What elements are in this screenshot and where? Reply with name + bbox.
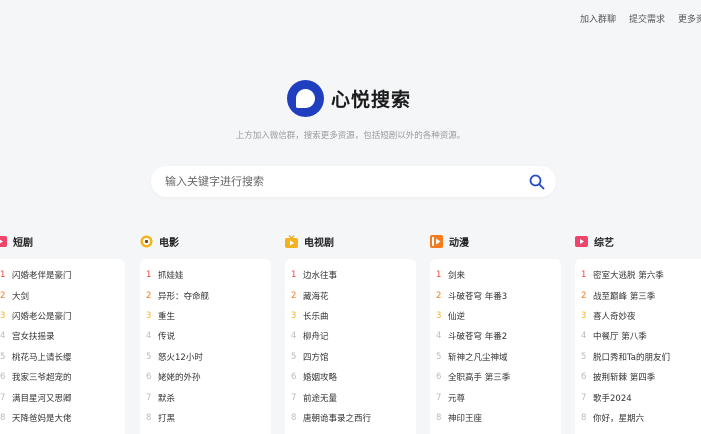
list-item[interactable]: 1 边水往事: [291, 265, 416, 285]
list-item[interactable]: 7 元尊: [436, 387, 561, 407]
list-item[interactable]: 5 脱口秀和Ta的朋友们: [581, 347, 701, 367]
list-item[interactable]: 4 宫女扶摇录: [0, 326, 125, 346]
list-item[interactable]: 4 柳舟记: [291, 326, 416, 346]
short-drama-icon: [0, 235, 7, 247]
list-item[interactable]: 6 全职高手 第三季: [436, 367, 561, 387]
list-item[interactable]: 8 唐朝诡事录之西行: [291, 408, 416, 428]
column-title: 电影: [159, 237, 179, 249]
list-item[interactable]: 1 抓娃娃: [146, 265, 271, 285]
list-item[interactable]: 6 我家三爷超宠的: [0, 367, 125, 387]
column-header: 综艺: [575, 232, 701, 250]
list-item[interactable]: 6 姥姥的外孙: [146, 367, 271, 387]
list-item[interactable]: 7 歌手2024: [581, 387, 701, 407]
ranking-list: 1 边水往事 2 藏海花 3 长乐曲 4 柳舟记 5 四方馆 6 婚姻攻略 7 前途无量 8唐…: [285, 259, 416, 434]
tv-icon: [285, 234, 298, 248]
brand-name: 心悦搜索: [331, 89, 412, 111]
list-item[interactable]: 5 四方馆: [291, 347, 416, 367]
list-item[interactable]: 8 天降爸妈是大佬: [0, 408, 125, 428]
list-item[interactable]: 7 默杀: [146, 387, 271, 407]
column-movie: 电影 1 抓娃娃 2 异形：夺命舰 3 重生 4 传说 5 怒火12小时 6 姥姥的外孙 7…: [140, 232, 271, 434]
column-header: 电视剧: [285, 232, 416, 250]
column-title: 综艺: [594, 237, 614, 249]
list-item[interactable]: 2 战至巅峰 第三季: [581, 285, 701, 305]
list-item[interactable]: 2 异形：夺命舰: [146, 285, 271, 305]
column-variety: 综艺 1 密室大逃脱 第六季 2 战至巅峰 第三季 3 喜人奇妙夜 4 中餐厅 第八季 …: [575, 232, 701, 434]
list-item[interactable]: 6 婚姻攻略: [291, 367, 416, 387]
list-item[interactable]: 4 中餐厅 第八季: [581, 326, 701, 346]
list-item[interactable]: 5 斩神之凡尘神域: [436, 347, 561, 367]
list-item[interactable]: 2 大剑: [0, 285, 125, 305]
brand: 心悦搜索: [287, 80, 411, 117]
ranking-list: 1 抓娃娃 2 异形：夺命舰 3 重生 4 传说 5 怒火12小时 6 姥姥的外孙 7 默杀 …: [140, 259, 271, 434]
ranking-list: 1 闪婚老伴是豪门 2 大剑 3 闪婚老公是豪门 4 宫女扶摇录 5 桃花马上请长缨 6我…: [0, 259, 125, 434]
list-item[interactable]: 8 你好，星期六: [581, 408, 701, 428]
more-resources-link[interactable]: 更多资: [678, 12, 701, 25]
variety-icon: [575, 235, 588, 247]
list-item[interactable]: 3 长乐曲: [291, 306, 416, 326]
top-nav: 加入群聊 提交需求 更多资: [580, 12, 701, 25]
list-item[interactable]: 3 喜人奇妙夜: [581, 306, 701, 326]
column-title: 短剧: [13, 237, 33, 249]
column-header: 动漫: [430, 232, 561, 250]
ranking-list: 1 剑来 2 斗破苍穹 年番3 3 仙逆 4 斗破苍穹 年番2 5 斩神之凡尘神域 6 全职…: [430, 259, 561, 434]
search-icon[interactable]: [529, 174, 545, 190]
list-item[interactable]: 5 怒火12小时: [146, 347, 271, 367]
search-box: [151, 166, 556, 197]
column-title: 电视剧: [304, 237, 334, 249]
list-item[interactable]: 7 满目星河又思卿: [0, 387, 125, 407]
column-title: 动漫: [449, 237, 469, 249]
column-anime: 动漫 1 剑来 2 斗破苍穹 年番3 3 仙逆 4 斗破苍穹 年番2 5 斩神之凡尘神域 …: [430, 232, 561, 434]
column-tv: 电视剧 1 边水往事 2 藏海花 3 长乐曲 4 柳舟记 5 四方馆 6 婚姻攻略 7 前途无…: [285, 232, 416, 434]
movie-icon: [140, 235, 153, 247]
list-item[interactable]: 1 闪婚老伴是豪门: [0, 265, 125, 285]
search-input[interactable]: [165, 166, 515, 197]
list-item[interactable]: 1 密室大逃脱 第六季: [581, 265, 701, 285]
list-item[interactable]: 4 斗破苍穹 年番2: [436, 326, 561, 346]
column-header: 电影: [140, 232, 271, 250]
list-item[interactable]: 3 闪婚老公是豪门: [0, 306, 125, 326]
list-item[interactable]: 4 传说: [146, 326, 271, 346]
tagline: 上方加入微信群，搜索更多资源，包括短剧以外的各种资源。: [235, 131, 466, 141]
list-item[interactable]: 5 桃花马上请长缨: [0, 347, 125, 367]
join-group-link[interactable]: 加入群聊: [580, 12, 616, 25]
column-header: 短剧: [0, 232, 125, 250]
ranking-list: 1 密室大逃脱 第六季 2 战至巅峰 第三季 3 喜人奇妙夜 4 中餐厅 第八季 5 脱口…: [575, 259, 701, 434]
list-item[interactable]: 2 斗破苍穹 年番3: [436, 285, 561, 305]
logo-icon: [287, 80, 324, 117]
list-item[interactable]: 2 藏海花: [291, 285, 416, 305]
list-item[interactable]: 8 神印王座: [436, 408, 561, 428]
list-item[interactable]: 3 仙逆: [436, 306, 561, 326]
list-item[interactable]: 6 披荆斩棘 第四季: [581, 367, 701, 387]
list-item[interactable]: 1 剑来: [436, 265, 561, 285]
list-item[interactable]: 8 打黑: [146, 408, 271, 428]
submit-request-link[interactable]: 提交需求: [629, 12, 665, 25]
list-item[interactable]: 3 重生: [146, 306, 271, 326]
anime-icon: [430, 234, 443, 248]
column-short-drama: 短剧 1 闪婚老伴是豪门 2 大剑 3 闪婚老公是豪门 4 宫女扶摇录 5 桃花马上请长缨…: [0, 232, 125, 434]
list-item[interactable]: 7 前途无量: [291, 387, 416, 407]
